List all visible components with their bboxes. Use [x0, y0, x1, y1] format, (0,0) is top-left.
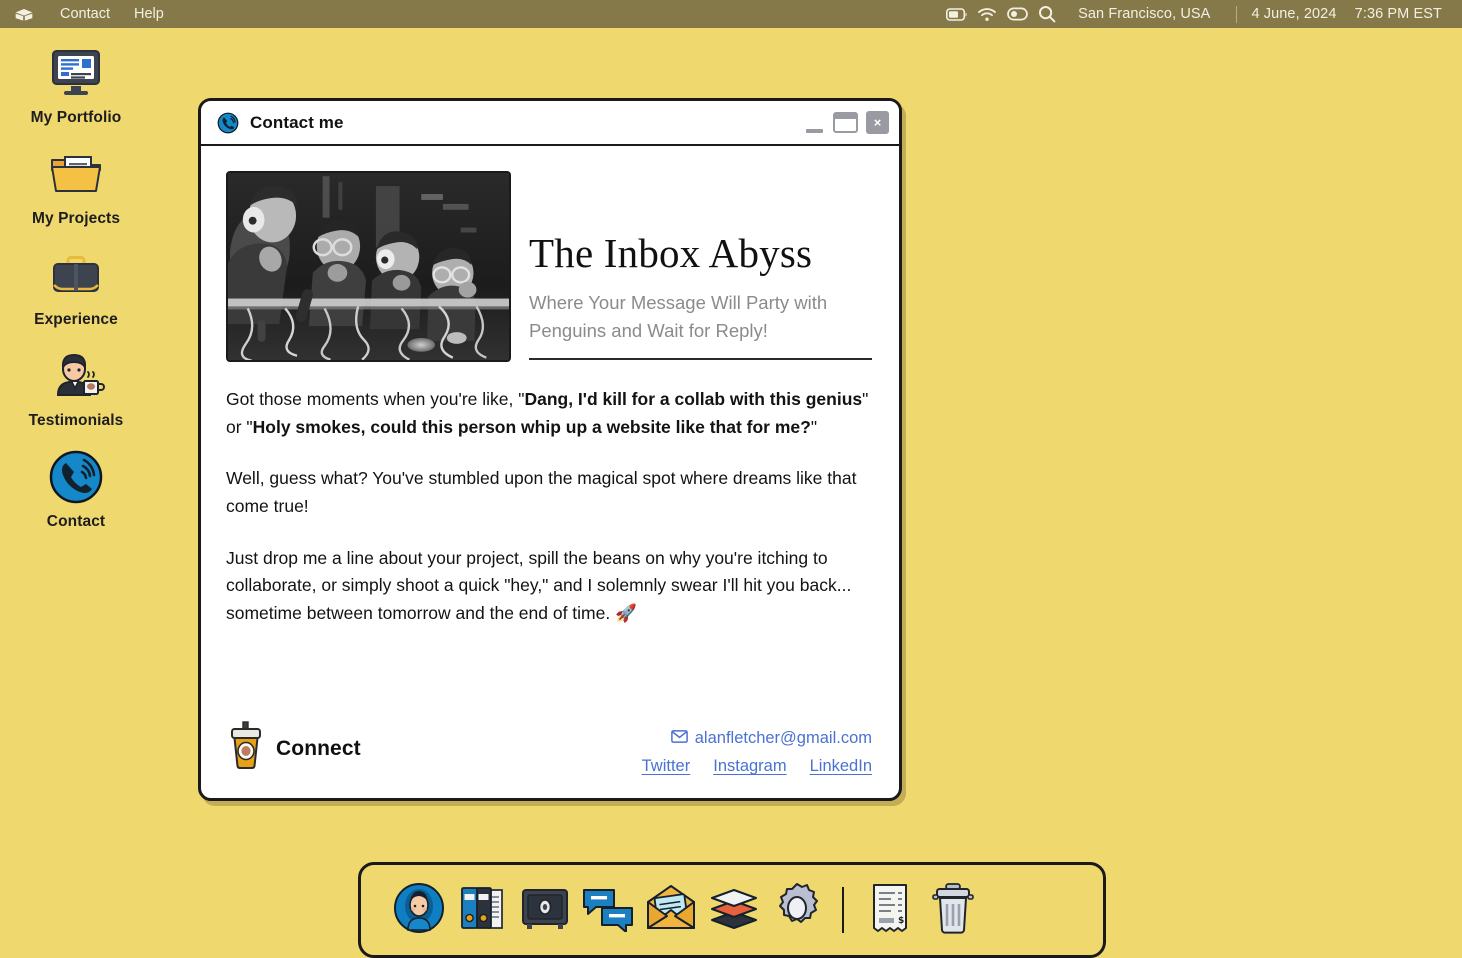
tagline: Where Your Message Will Party with Pengu… — [529, 289, 872, 360]
location-label: San Francisco, USA — [1062, 6, 1222, 22]
binders-icon — [456, 882, 508, 939]
connect-label: Connect — [276, 737, 361, 761]
trash-icon — [929, 882, 977, 939]
desktop-icon-label: Experience — [34, 311, 118, 329]
body-copy: Got those moments when you're like, "Dan… — [226, 386, 872, 627]
envelope-icon — [671, 729, 688, 748]
plain-text: Just drop me a line about your project, … — [226, 548, 851, 623]
search-icon[interactable] — [1032, 0, 1062, 28]
desktop-icon-label: My Projects — [32, 210, 120, 228]
battery-icon[interactable] — [942, 0, 972, 28]
window-body: The Inbox Abyss Where Your Message Will … — [201, 146, 899, 798]
date-label: 4 June, 2024 — [1251, 6, 1336, 22]
monitor-icon — [47, 44, 105, 102]
layers-icon — [708, 884, 760, 937]
dock-item-trash[interactable] — [921, 880, 984, 940]
settings-gear-icon — [771, 882, 823, 939]
hero-photo — [226, 171, 511, 362]
window-controls: × — [803, 111, 889, 134]
window-title: Contact me — [250, 113, 344, 133]
profile-avatar-icon — [393, 882, 445, 939]
menu-bar-left: Contact Help — [0, 0, 176, 28]
dock-divider — [842, 887, 844, 933]
desktop-icon-experience[interactable]: Experience — [0, 246, 152, 329]
control-center-icon[interactable] — [1002, 0, 1032, 28]
hero-section: The Inbox Abyss Where Your Message Will … — [226, 171, 872, 362]
box-logo-icon[interactable] — [14, 6, 34, 22]
dock-item-safe[interactable] — [513, 880, 576, 940]
desktop-icon-label: Testimonials — [29, 412, 124, 430]
social-link-linkedin[interactable]: LinkedIn — [810, 757, 872, 776]
dock-item-messages[interactable] — [576, 880, 639, 940]
contact-window: Contact me × — [198, 98, 902, 801]
dock-item-binders[interactable] — [450, 880, 513, 940]
plain-text: Well, guess what? You've stumbled upon t… — [226, 468, 856, 516]
date-time: 4 June, 2024 7:36 PM EST — [1251, 6, 1442, 22]
phone-ring-icon — [47, 448, 105, 506]
menu-bar-right: San Francisco, USA 4 June, 2024 7:36 PM … — [942, 0, 1462, 28]
desktop-icon-list: My Portfolio My Projects Experience — [0, 44, 152, 549]
menu-divider — [1236, 6, 1237, 23]
body-paragraph: Well, guess what? You've stumbled upon t… — [226, 465, 872, 520]
desktop-icon-my-portfolio[interactable]: My Portfolio — [0, 44, 152, 127]
person-coffee-icon — [47, 347, 105, 405]
dock-item-mail[interactable] — [639, 880, 702, 940]
emphasis-text: Dang, I'd kill for a collab with this ge… — [524, 389, 862, 409]
briefcase-icon — [47, 246, 105, 304]
body-paragraph: Got those moments when you're like, "Dan… — [226, 386, 872, 441]
menu-bar: Contact Help — [0, 0, 1462, 28]
desktop-icon-label: Contact — [47, 513, 105, 531]
dock-item-profile[interactable] — [387, 880, 450, 940]
desktop-icon-contact[interactable]: Contact — [0, 448, 152, 531]
dock-item-receipt[interactable]: $ — [858, 880, 921, 940]
connect-group: Connect — [226, 721, 361, 776]
receipt-icon: $ — [867, 882, 913, 939]
dock-item-layers[interactable] — [702, 880, 765, 940]
minimize-button[interactable] — [803, 113, 825, 133]
svg-text:$: $ — [898, 916, 904, 926]
close-button[interactable]: × — [866, 111, 889, 134]
coffee-cup-icon — [226, 721, 266, 776]
emphasis-text: Holy smokes, could this person whip up a… — [253, 417, 811, 437]
social-links: Twitter Instagram LinkedIn — [642, 757, 872, 776]
body-paragraph: Just drop me a line about your project, … — [226, 545, 872, 628]
dock-item-settings[interactable] — [765, 880, 828, 940]
time-label: 7:36 PM EST — [1355, 6, 1442, 22]
plain-text: " — [811, 417, 817, 437]
maximize-button[interactable] — [833, 112, 858, 133]
chat-bubbles-icon — [582, 884, 634, 937]
window-title-bar[interactable]: Contact me × — [201, 101, 899, 146]
social-link-instagram[interactable]: Instagram — [713, 757, 786, 776]
desktop-icon-my-projects[interactable]: My Projects — [0, 145, 152, 228]
menu-help[interactable]: Help — [122, 0, 176, 28]
masthead-title: The Inbox Abyss — [529, 232, 872, 275]
plain-text: Got those moments when you're like, " — [226, 389, 524, 409]
folder-document-icon — [47, 145, 105, 203]
phone-ring-icon — [217, 112, 239, 134]
dock: $ — [358, 862, 1106, 958]
hero-text: The Inbox Abyss Where Your Message Will … — [529, 171, 872, 362]
email-link[interactable]: alanfletcher@gmail.com — [671, 729, 872, 748]
open-envelope-icon — [644, 884, 698, 937]
menu-contact[interactable]: Contact — [48, 0, 122, 28]
wifi-icon[interactable] — [972, 0, 1002, 28]
desktop-icon-testimonials[interactable]: Testimonials — [0, 347, 152, 430]
email-address: alanfletcher@gmail.com — [695, 729, 872, 748]
window-footer: Connect alanfletcher@gmail.com Twitter In… — [226, 721, 872, 798]
social-link-twitter[interactable]: Twitter — [642, 757, 691, 776]
desktop-icon-label: My Portfolio — [31, 109, 122, 127]
contact-links: alanfletcher@gmail.com Twitter Instagram L… — [642, 729, 872, 776]
safe-icon — [519, 882, 571, 939]
